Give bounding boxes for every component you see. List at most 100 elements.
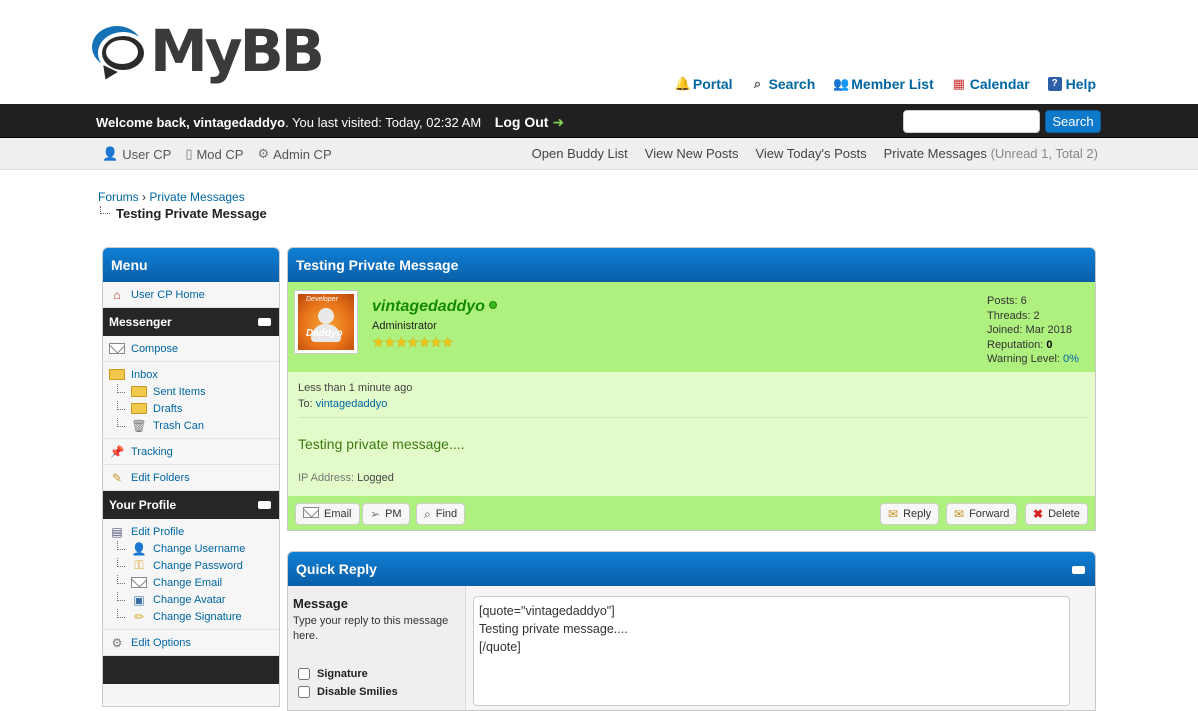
collapse-icon[interactable] (1072, 566, 1085, 574)
breadcrumb-forums[interactable]: Forums (98, 190, 139, 204)
id-card-icon: ▤ (111, 524, 123, 539)
collapse-icon[interactable] (258, 318, 271, 326)
help-link[interactable]: ? Help (1047, 76, 1096, 92)
breadcrumb-current: Testing Private Message (100, 206, 267, 221)
welcome-text: Welcome back, vintagedaddyo. You last vi… (96, 114, 565, 130)
inbox-link[interactable]: Inbox (109, 366, 273, 383)
pm-title: Testing Private Message (288, 248, 1095, 282)
sub-nav-bar: 👤 User CP ▯ Mod CP ⚙ Admin CP Open Buddy Li… (0, 138, 1198, 170)
usercp-menu: Menu ⌂ User CP Home Messenger Compose Inb… (102, 247, 280, 707)
pm-button[interactable]: ➢ PM (362, 503, 410, 525)
recipient-link[interactable]: vintagedaddyo (316, 398, 388, 410)
welcome-username[interactable]: vintagedaddyo (193, 115, 285, 130)
drafts-link[interactable]: Drafts (109, 400, 273, 417)
portal-link[interactable]: 🔔 Portal (675, 76, 733, 92)
folder-icon (109, 368, 125, 382)
edit-profile-link[interactable]: ▤ Edit Profile (109, 523, 273, 540)
edit-folders-link[interactable]: ✎ Edit Folders (109, 469, 273, 486)
user-panel-bar: Welcome back, vintagedaddyo. You last vi… (0, 104, 1198, 138)
gear-icon: ⚙ (111, 635, 123, 650)
pm-controls: Email ➢ PM ⌕ Find ✉ Reply ✉ Forward ✖ Delete (288, 496, 1095, 530)
email-button[interactable]: Email (295, 503, 360, 525)
user-cp-link[interactable]: 👤 User CP (102, 146, 171, 162)
sent-items-link[interactable]: Sent Items (109, 383, 273, 400)
pm-ip: IP Address: Logged (298, 472, 394, 484)
view-new-posts-link[interactable]: View New Posts (645, 146, 739, 161)
forward-icon: ✉ (954, 507, 965, 521)
key-icon: ⚿ (134, 558, 144, 572)
quick-reply-panel: Quick Reply Message Type your reply to t… (287, 551, 1096, 711)
change-avatar-link[interactable]: ▣ Change Avatar (109, 591, 273, 608)
calendar-icon: ▦ (952, 76, 965, 91)
search-input[interactable] (903, 110, 1040, 133)
reply-button[interactable]: ✉ Reply (880, 503, 940, 525)
admin-cp-link[interactable]: ⚙ Admin CP (257, 146, 331, 162)
pm-date: Less than 1 minute ago (298, 382, 413, 394)
user-stars: ★★★★★★★ (372, 334, 454, 350)
envelope-icon (303, 507, 319, 521)
change-email-link[interactable]: Change Email (109, 574, 273, 591)
delete-button[interactable]: ✖ Delete (1025, 503, 1088, 525)
warning-level-link[interactable]: 0% (1063, 353, 1079, 365)
picture-icon: ▣ (133, 592, 145, 607)
find-button[interactable]: ⌕ Find (416, 503, 466, 525)
menu-title: Menu (103, 248, 279, 282)
compose-link[interactable]: Compose (109, 340, 273, 357)
mod-cp-link[interactable]: ▯ Mod CP (185, 146, 243, 162)
change-username-link[interactable]: 👤 Change Username (109, 540, 273, 557)
avatar[interactable]: Developer Daddyo (294, 290, 358, 354)
trash-can-link[interactable]: 🗑 Trash Can (109, 417, 273, 434)
magnifier-icon: ⌕ (753, 76, 762, 91)
reply-icon: ✉ (888, 507, 899, 521)
paper-plane-icon: ➢ (370, 507, 381, 521)
logo-bubbles-icon (92, 22, 148, 83)
envelope-icon (109, 342, 125, 356)
messenger-header: Messenger (103, 308, 279, 336)
arrow-right-icon: ➜ (552, 114, 565, 130)
user-icon: 👤 (131, 541, 147, 556)
view-todays-posts-link[interactable]: View Today's Posts (755, 146, 866, 161)
envelope-icon (131, 576, 147, 590)
breadcrumb-private-messages[interactable]: Private Messages (149, 190, 244, 204)
search-button[interactable]: Search (1045, 110, 1101, 133)
signature-checkbox[interactable] (298, 668, 310, 680)
bell-icon: 🔔 (674, 76, 692, 91)
pm-count: (Unread 1, Total 2) (990, 146, 1098, 161)
tracking-link[interactable]: 📌 Tracking (109, 443, 273, 460)
user-cp-home-link[interactable]: ⌂ User CP Home (109, 286, 273, 303)
gear-icon: ⚙ (257, 146, 270, 161)
reputation-value[interactable]: 0 (1046, 339, 1052, 351)
quick-reply-textarea[interactable]: [quote="vintagedaddyo"] Testing private … (473, 596, 1070, 706)
mybb-logo[interactable]: MyBB (92, 17, 325, 85)
pm-body: Less than 1 minute ago To: vintagedaddyo… (288, 372, 1095, 496)
logout-link[interactable]: Log Out ➜ (495, 114, 564, 130)
search-link[interactable]: ⌕ Search (751, 76, 815, 92)
quick-reply-options: Message Type your reply to this message … (288, 586, 466, 710)
message-label: Message (293, 596, 348, 611)
signature-option[interactable]: Signature (298, 668, 368, 680)
home-icon: ⌂ (113, 287, 121, 302)
member-list-link[interactable]: 👥 Member List (833, 76, 933, 92)
logo-text: MyBB (150, 17, 325, 85)
pm-author-block: Developer Daddyo vintagedaddyo Administr… (288, 282, 1095, 372)
your-profile-header: Your Profile (103, 491, 279, 519)
pm-recipient: To: vintagedaddyo (298, 398, 388, 410)
collapse-icon[interactable] (258, 501, 271, 509)
quick-reply-title: Quick Reply (288, 552, 1095, 586)
author-usertitle: Administrator (372, 320, 437, 332)
delete-icon: ✖ (1033, 507, 1044, 521)
forward-button[interactable]: ✉ Forward (946, 503, 1018, 525)
open-buddy-list-link[interactable]: Open Buddy List (532, 146, 628, 161)
author-name[interactable]: vintagedaddyo (372, 298, 497, 316)
change-password-link[interactable]: ⚿ Change Password (109, 557, 273, 574)
folder-edit-icon: ✎ (111, 470, 123, 485)
online-status-icon (488, 301, 497, 309)
private-message-panel: Testing Private Message Developer Daddyo… (287, 247, 1096, 531)
calendar-link[interactable]: ▦ Calendar (952, 76, 1030, 92)
change-signature-link[interactable]: ✏ Change Signature (109, 608, 273, 625)
members-icon: 👥 (833, 76, 850, 91)
pencil-icon: ✏ (133, 609, 145, 624)
edit-options-link[interactable]: ⚙ Edit Options (109, 634, 273, 651)
private-messages-link[interactable]: Private Messages (Unread 1, Total 2) (884, 146, 1098, 161)
author-stats: Posts: 6 Threads: 2 Joined: Mar 2018 Rep… (987, 295, 1079, 365)
